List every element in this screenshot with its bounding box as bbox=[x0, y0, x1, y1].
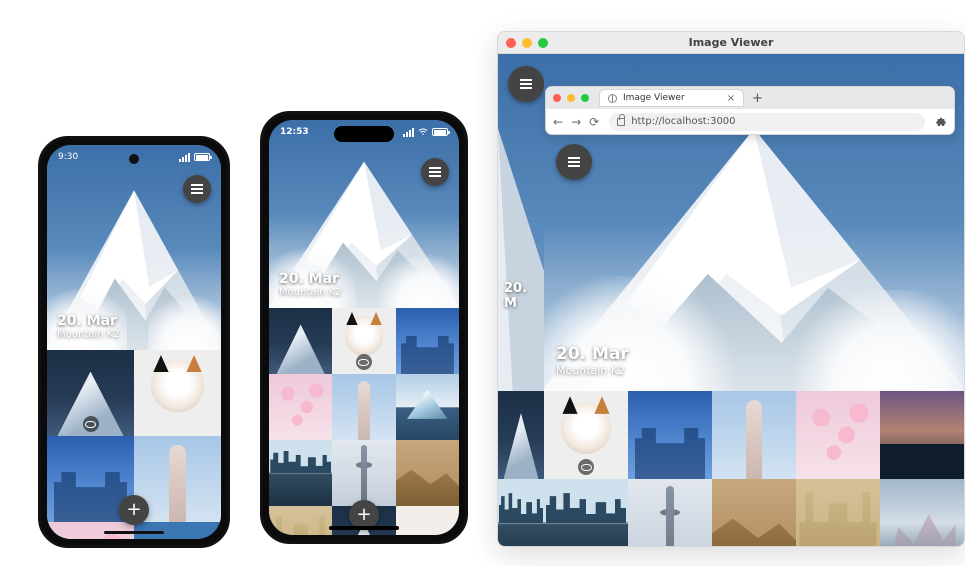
hamburger-menu-button[interactable] bbox=[421, 158, 449, 186]
browser-tab[interactable]: Image Viewer × bbox=[599, 89, 744, 107]
thumbnail[interactable] bbox=[396, 308, 459, 374]
visibility-icon[interactable] bbox=[83, 416, 99, 432]
hamburger-menu-button-under[interactable] bbox=[508, 66, 544, 102]
thumbnail[interactable] bbox=[712, 479, 796, 546]
dynamic-island bbox=[334, 126, 394, 142]
thumbnail[interactable] bbox=[796, 479, 880, 546]
signal-icon bbox=[179, 153, 190, 162]
macos-titlebar[interactable]: Image Viewer bbox=[498, 32, 964, 54]
minimize-button[interactable] bbox=[522, 38, 532, 48]
visibility-icon[interactable] bbox=[356, 354, 372, 370]
new-tab-button[interactable]: + bbox=[752, 91, 763, 106]
thumbnail[interactable] bbox=[712, 391, 796, 479]
globe-icon bbox=[608, 94, 617, 103]
hamburger-menu-button[interactable] bbox=[183, 175, 211, 203]
hero-title: Mountain K2 bbox=[279, 287, 342, 298]
prev-hero-date: 20. M bbox=[504, 281, 544, 311]
camera-cutout bbox=[129, 154, 139, 164]
maximize-button[interactable] bbox=[538, 38, 548, 48]
hero-caption: 20. Mar Mountain K2 bbox=[279, 271, 342, 298]
browser-window: Image Viewer × + ← → ⟳ http://localhost:… bbox=[545, 86, 955, 135]
home-indicator bbox=[104, 531, 164, 534]
url-text: http://localhost:3000 bbox=[631, 116, 735, 127]
home-indicator bbox=[329, 526, 399, 530]
hero-date: 20. Mar bbox=[57, 313, 120, 329]
wifi-icon bbox=[418, 128, 428, 136]
hamburger-menu-button[interactable] bbox=[556, 144, 592, 180]
thumbnail[interactable] bbox=[332, 374, 395, 440]
thumbnail[interactable] bbox=[332, 440, 395, 506]
browser-traffic-lights[interactable] bbox=[553, 94, 589, 102]
thumbnail[interactable] bbox=[544, 479, 628, 546]
traffic-lights[interactable] bbox=[506, 38, 548, 48]
thumbnail[interactable] bbox=[880, 479, 964, 546]
extensions-icon[interactable] bbox=[935, 116, 947, 128]
battery-icon bbox=[194, 153, 210, 161]
thumbnail[interactable] bbox=[628, 391, 712, 479]
thumbnail[interactable] bbox=[880, 391, 964, 479]
signal-icon bbox=[403, 128, 414, 137]
reload-button[interactable]: ⟳ bbox=[589, 115, 599, 129]
close-tab-icon[interactable]: × bbox=[727, 93, 735, 104]
thumbnail[interactable] bbox=[796, 391, 880, 479]
hero-date: 20. Mar bbox=[279, 271, 342, 287]
iphone-device: 12:53 bbox=[260, 111, 468, 544]
visibility-icon[interactable] bbox=[578, 459, 594, 475]
thumbnail[interactable] bbox=[628, 479, 712, 546]
thumbnail[interactable] bbox=[269, 374, 332, 440]
thumbnail-grid-sliver bbox=[498, 391, 544, 546]
address-bar[interactable]: http://localhost:3000 bbox=[609, 113, 925, 131]
hero-caption: 20. Mar Mountain K2 bbox=[57, 313, 120, 340]
previous-hero-sliver[interactable]: 20. M bbox=[498, 54, 544, 391]
add-fab[interactable]: + bbox=[119, 495, 149, 525]
thumbnail[interactable] bbox=[396, 506, 459, 535]
hero-title: Mountain K2 bbox=[556, 364, 629, 377]
forward-button[interactable]: → bbox=[571, 115, 581, 129]
status-time: 12:53 bbox=[280, 127, 309, 137]
thumbnail[interactable] bbox=[269, 308, 332, 374]
lock-icon bbox=[617, 118, 625, 126]
window-title: Image Viewer bbox=[689, 36, 774, 49]
thumbnail-grid bbox=[544, 391, 964, 546]
hero-title: Mountain K2 bbox=[57, 329, 120, 340]
maximize-button[interactable] bbox=[581, 94, 589, 102]
browser-tabbar: Image Viewer × + bbox=[546, 87, 954, 109]
close-button[interactable] bbox=[553, 94, 561, 102]
thumbnail[interactable] bbox=[498, 479, 544, 546]
battery-icon bbox=[432, 128, 448, 136]
close-button[interactable] bbox=[506, 38, 516, 48]
android-device: 9:30 bbox=[38, 136, 230, 548]
thumbnail[interactable] bbox=[396, 374, 459, 440]
thumbnail[interactable] bbox=[47, 350, 134, 436]
thumbnail[interactable] bbox=[544, 391, 628, 479]
tab-title: Image Viewer bbox=[623, 93, 685, 103]
thumbnail[interactable] bbox=[332, 308, 395, 374]
desktop-window: Image Viewer 20. M bbox=[497, 31, 965, 547]
thumbnail[interactable] bbox=[134, 350, 221, 436]
thumbnail[interactable] bbox=[498, 391, 544, 479]
browser-toolbar: ← → ⟳ http://localhost:3000 bbox=[546, 109, 954, 134]
minimize-button[interactable] bbox=[567, 94, 575, 102]
thumbnail[interactable] bbox=[269, 440, 332, 506]
thumbnail[interactable] bbox=[269, 506, 332, 535]
hero-date: 20. Mar bbox=[556, 344, 629, 364]
status-time: 9:30 bbox=[58, 152, 78, 162]
hero-image[interactable]: 20. Mar Mountain K2 bbox=[269, 120, 459, 308]
thumbnail[interactable] bbox=[396, 440, 459, 506]
back-button[interactable]: ← bbox=[553, 115, 563, 129]
